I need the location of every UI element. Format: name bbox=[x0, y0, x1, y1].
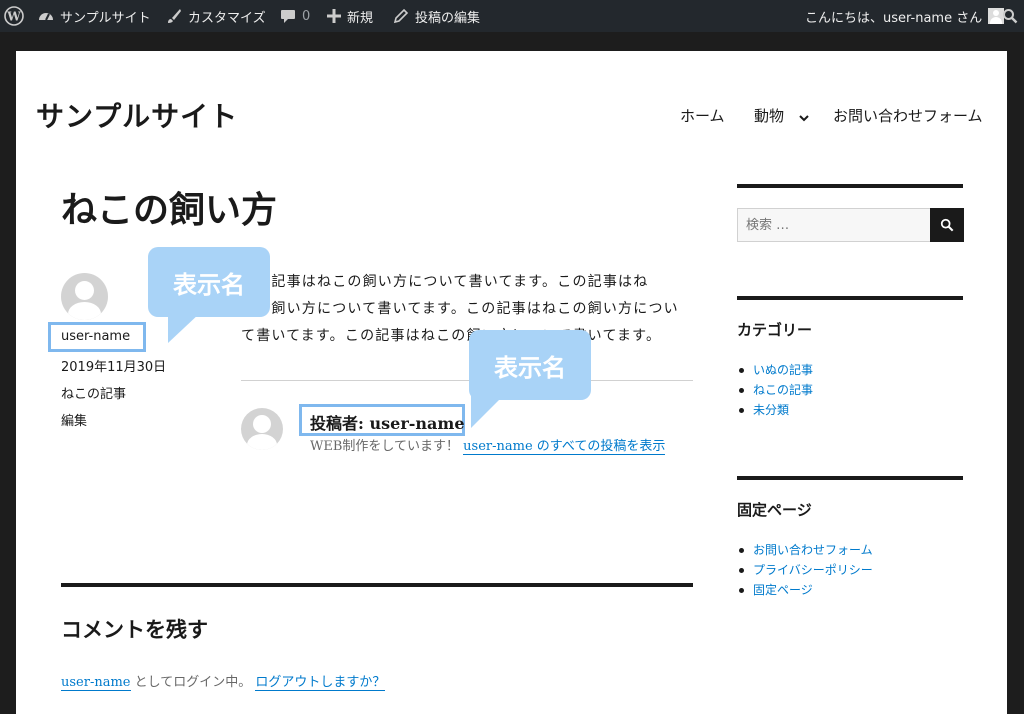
author-heading-prefix: 投稿者: bbox=[310, 414, 364, 433]
category-item[interactable]: 未分類 bbox=[738, 400, 813, 420]
search-button[interactable] bbox=[930, 208, 964, 242]
wordpress-logo-icon[interactable]: W bbox=[4, 0, 24, 32]
content-line: この飼い方について書いてます。この記事はねこの飼い方につい bbox=[241, 301, 679, 317]
comments-border bbox=[61, 583, 693, 587]
customize-label: カスタマイズ bbox=[188, 10, 266, 26]
content-line: て書いてます。この記事はねこの飼い方について書いてます。 bbox=[241, 328, 662, 344]
post-category[interactable]: ねこの記事 bbox=[61, 383, 126, 402]
customize-menu[interactable]: カスタマイズ bbox=[166, 0, 266, 32]
author-name-link[interactable]: user-name bbox=[61, 329, 130, 344]
page-item[interactable]: 固定ページ bbox=[739, 580, 873, 600]
nav-animals-label: 動物 bbox=[754, 107, 785, 125]
category-item[interactable]: いぬの記事 bbox=[738, 360, 813, 380]
nav-contact[interactable]: お問い合わせフォーム bbox=[833, 105, 983, 126]
pages-list: お問い合わせフォーム プライバシーポリシー 固定ページ bbox=[739, 540, 873, 600]
comment-bubble-icon bbox=[280, 8, 296, 24]
admin-bar: W サンプルサイト カスタマイズ 0 新規 投稿の編集 こんにちは、user-n… bbox=[0, 0, 1024, 32]
comments-menu[interactable]: 0 bbox=[280, 0, 310, 32]
author-bio: WEB制作をしています！ user-name のすべての投稿を表示 bbox=[310, 435, 666, 455]
author-box-avatar bbox=[241, 408, 283, 450]
widget-border bbox=[737, 184, 963, 188]
nav-animals[interactable]: 動物 bbox=[754, 105, 809, 126]
page-item[interactable]: お問い合わせフォーム bbox=[739, 540, 873, 560]
search-input[interactable] bbox=[738, 209, 930, 241]
page: サンプルサイト ホーム 動物 お問い合わせフォーム ねこの飼い方 user-na… bbox=[16, 51, 1007, 714]
new-content-menu[interactable]: 新規 bbox=[327, 0, 373, 32]
author-bio-text: WEB制作をしています！ bbox=[310, 439, 460, 454]
new-label: 新規 bbox=[347, 10, 374, 26]
search-form bbox=[737, 208, 964, 242]
display-name-callout: 表示名 bbox=[469, 330, 591, 428]
my-account-menu[interactable]: こんにちは、user-name さん bbox=[805, 0, 1005, 32]
divider bbox=[241, 380, 693, 381]
site-name-menu[interactable]: サンプルサイト bbox=[38, 0, 151, 32]
dashboard-icon bbox=[38, 8, 54, 24]
page-item[interactable]: プライバシーポリシー bbox=[739, 560, 873, 580]
site-name-label: サンプルサイト bbox=[60, 10, 151, 26]
post-content: この記事はねこの飼い方について書いてます。この記事はね この飼い方について書いて… bbox=[241, 269, 693, 350]
pencil-icon bbox=[393, 8, 409, 24]
edit-post-label: 投稿の編集 bbox=[415, 10, 481, 26]
logout-link[interactable]: ログアウトしますか？ bbox=[255, 675, 386, 691]
author-posts-link[interactable]: user-name のすべての投稿を表示 bbox=[463, 439, 666, 455]
pages-title: 固定ページ bbox=[737, 501, 812, 519]
edit-post-menu[interactable]: 投稿の編集 bbox=[393, 0, 480, 32]
brush-icon bbox=[166, 8, 182, 24]
plus-icon bbox=[327, 9, 341, 23]
content-line: この記事はねこの飼い方について書いてます。この記事はね bbox=[241, 274, 649, 290]
categories-title: カテゴリー bbox=[737, 321, 813, 339]
categories-list: いぬの記事 ねこの記事 未分類 bbox=[738, 360, 813, 420]
nav-home[interactable]: ホーム bbox=[680, 105, 725, 126]
post-title: ねこの飼い方 bbox=[61, 190, 278, 231]
callout-label: 表示名 bbox=[494, 353, 566, 382]
callout-label: 表示名 bbox=[173, 270, 245, 299]
comments-count: 0 bbox=[302, 8, 311, 24]
widget-border bbox=[737, 296, 963, 300]
widget-border bbox=[737, 476, 963, 480]
logged-in-user-link[interactable]: user-name bbox=[61, 675, 131, 691]
author-box-heading: 投稿者: user-name bbox=[310, 410, 465, 434]
edit-link[interactable]: 編集 bbox=[61, 410, 87, 429]
author-avatar[interactable] bbox=[61, 273, 108, 320]
author-heading-name: user-name bbox=[369, 414, 465, 433]
svg-text:W: W bbox=[6, 10, 21, 24]
chevron-down-icon bbox=[799, 108, 809, 126]
comment-title: コメントを残す bbox=[61, 618, 208, 642]
site-title[interactable]: サンプルサイト bbox=[36, 95, 238, 135]
category-item[interactable]: ねこの記事 bbox=[738, 380, 813, 400]
greeting-label: こんにちは、user-name さん bbox=[805, 10, 983, 26]
logged-in-text: としてログイン中。 bbox=[134, 675, 252, 690]
search-icon bbox=[940, 218, 954, 232]
logged-in-notice: user-name としてログイン中。 ログアウトしますか？ bbox=[61, 671, 386, 691]
post-date[interactable]: 2019年11月30日 bbox=[61, 356, 166, 375]
admin-search-icon[interactable] bbox=[1002, 0, 1018, 32]
display-name-callout: 表示名 bbox=[148, 247, 270, 343]
